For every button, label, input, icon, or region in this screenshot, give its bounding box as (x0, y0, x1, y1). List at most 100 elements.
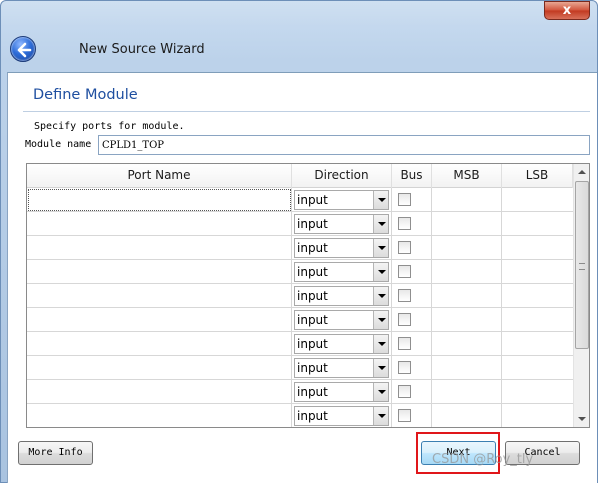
column-header-port-name[interactable]: Port Name (27, 164, 292, 188)
direction-select[interactable]: input (294, 262, 389, 282)
close-button[interactable]: x (544, 1, 590, 20)
heading-divider (23, 111, 590, 112)
bus-checkbox[interactable] (398, 241, 411, 254)
chevron-down-icon[interactable] (373, 407, 388, 425)
port-name-cell[interactable] (27, 188, 292, 212)
chevron-down-icon[interactable] (373, 191, 388, 209)
port-name-cell[interactable] (27, 404, 292, 427)
column-header-bus[interactable]: Bus (392, 164, 432, 188)
msb-cell[interactable] (432, 332, 502, 356)
lsb-cell[interactable] (502, 380, 573, 404)
port-name-cell[interactable] (27, 260, 292, 284)
lsb-cell[interactable] (502, 260, 573, 284)
scroll-thumb[interactable] (575, 181, 589, 349)
direction-select[interactable]: input (294, 286, 389, 306)
bus-cell (392, 284, 432, 308)
lsb-cell[interactable] (502, 188, 573, 212)
chevron-down-icon[interactable] (373, 335, 388, 353)
direction-select[interactable]: input (294, 382, 389, 402)
chevron-down-icon[interactable] (373, 239, 388, 257)
bus-checkbox[interactable] (398, 409, 411, 422)
bus-cell (392, 332, 432, 356)
msb-cell[interactable] (432, 188, 502, 212)
table-header: Port Name Direction Bus MSB LSB (27, 164, 573, 188)
chevron-down-icon[interactable] (373, 263, 388, 281)
direction-select[interactable]: input (294, 238, 389, 258)
direction-cell: input (292, 212, 392, 236)
module-name-input[interactable] (98, 135, 590, 155)
msb-cell[interactable] (432, 260, 502, 284)
ports-table: Port Name Direction Bus MSB LSB input inp… (26, 163, 590, 428)
port-name-cell[interactable] (27, 284, 292, 308)
column-header-direction[interactable]: Direction (292, 164, 392, 188)
bus-cell (392, 236, 432, 260)
port-name-cell[interactable] (27, 380, 292, 404)
msb-cell[interactable] (432, 308, 502, 332)
table-row: input (27, 188, 573, 212)
msb-cell[interactable] (432, 236, 502, 260)
port-name-cell[interactable] (27, 332, 292, 356)
bus-cell (392, 308, 432, 332)
column-header-lsb[interactable]: LSB (502, 164, 573, 188)
chevron-down-icon[interactable] (373, 287, 388, 305)
msb-cell[interactable] (432, 380, 502, 404)
port-name-cell[interactable] (27, 212, 292, 236)
bus-cell (392, 404, 432, 427)
lsb-cell[interactable] (502, 236, 573, 260)
table-row: input (27, 260, 573, 284)
direction-cell: input (292, 404, 392, 427)
back-button[interactable] (10, 36, 36, 62)
direction-select[interactable]: input (294, 310, 389, 330)
chevron-down-icon[interactable] (373, 215, 388, 233)
direction-value: input (297, 265, 328, 279)
direction-cell: input (292, 284, 392, 308)
lsb-cell[interactable] (502, 284, 573, 308)
bus-checkbox[interactable] (398, 337, 411, 350)
bus-checkbox[interactable] (398, 265, 411, 278)
watermark: CSDN @Roy_tly (432, 452, 534, 467)
direction-cell: input (292, 332, 392, 356)
bus-cell (392, 212, 432, 236)
lsb-cell[interactable] (502, 332, 573, 356)
chevron-down-icon[interactable] (373, 359, 388, 377)
more-info-button[interactable]: More Info (18, 441, 93, 465)
direction-value: input (297, 361, 328, 375)
msb-cell[interactable] (432, 284, 502, 308)
msb-cell[interactable] (432, 356, 502, 380)
chevron-down-icon[interactable] (373, 311, 388, 329)
msb-cell[interactable] (432, 212, 502, 236)
lsb-cell[interactable] (502, 308, 573, 332)
direction-value: input (297, 337, 328, 351)
bus-checkbox[interactable] (398, 289, 411, 302)
port-name-cell[interactable] (27, 236, 292, 260)
chevron-down-icon[interactable] (373, 383, 388, 401)
port-name-cell[interactable] (27, 308, 292, 332)
bus-checkbox[interactable] (398, 193, 411, 206)
bus-checkbox[interactable] (398, 313, 411, 326)
direction-value: input (297, 217, 328, 231)
vertical-scrollbar[interactable] (573, 164, 589, 427)
port-name-cell[interactable] (27, 356, 292, 380)
bus-checkbox[interactable] (398, 361, 411, 374)
direction-select[interactable]: input (294, 334, 389, 354)
module-name-label: Module name (25, 139, 92, 150)
bus-checkbox[interactable] (398, 385, 411, 398)
direction-select[interactable]: input (294, 214, 389, 234)
direction-select[interactable]: input (294, 190, 389, 210)
lsb-cell[interactable] (502, 356, 573, 380)
scroll-down-icon[interactable] (574, 410, 589, 427)
direction-select[interactable]: input (294, 406, 389, 426)
direction-value: input (297, 289, 328, 303)
lsb-cell[interactable] (502, 212, 573, 236)
bus-cell (392, 356, 432, 380)
table-row: input (27, 236, 573, 260)
bus-checkbox[interactable] (398, 217, 411, 230)
scroll-up-icon[interactable] (574, 164, 589, 181)
direction-select[interactable]: input (294, 358, 389, 378)
msb-cell[interactable] (432, 404, 502, 427)
column-header-msb[interactable]: MSB (432, 164, 502, 188)
wizard-title: New Source Wizard (79, 42, 205, 57)
close-icon: x (562, 3, 572, 18)
table-row: input (27, 404, 573, 427)
lsb-cell[interactable] (502, 404, 573, 427)
